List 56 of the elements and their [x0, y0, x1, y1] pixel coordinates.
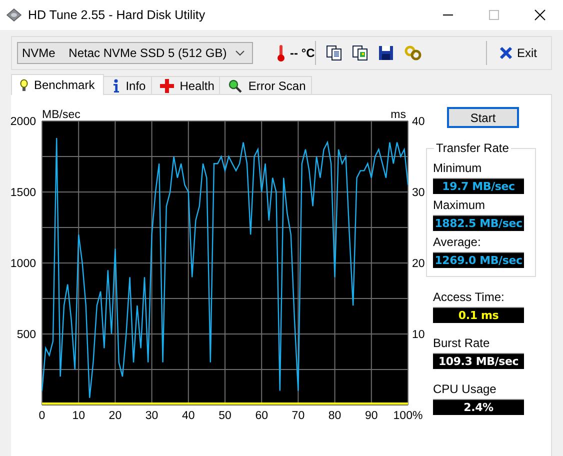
save-icon[interactable]: [378, 45, 394, 61]
exit-button[interactable]: Exit: [496, 46, 551, 60]
axis-unit: ms: [390, 109, 406, 121]
temperature-reading: -- °C: [290, 46, 315, 60]
stat-value: 109.3 MB/sec: [433, 353, 524, 369]
axis-unit: MB/sec: [42, 109, 80, 121]
window-title: HD Tune 2.55 - Hard Disk Utility: [28, 8, 206, 22]
group-title: Transfer Rate: [434, 141, 511, 155]
stat-label: Access Time:: [433, 290, 506, 304]
stat-value: 0.1 ms: [433, 307, 524, 323]
axis-tick-label: 70: [292, 410, 305, 422]
chain-icon[interactable]: [404, 45, 422, 61]
axis-tick-label: 10: [72, 410, 85, 422]
app-icon: [6, 8, 22, 22]
copy-icon[interactable]: [352, 45, 368, 61]
axis-tick-label: 0: [38, 410, 46, 422]
cross-icon: [160, 79, 174, 93]
stat-label: Burst Rate: [433, 336, 491, 350]
stat-value: 2.4%: [433, 399, 524, 415]
axis-tick-label: 50: [218, 410, 232, 422]
axis-tick-label: 2000: [10, 116, 36, 128]
axis-tick-label: 60: [255, 410, 268, 422]
tab[interactable]: Error Scan: [219, 76, 312, 95]
search-icon: [228, 79, 242, 93]
tab[interactable]: Benchmark: [11, 74, 104, 95]
stat-label: CPU Usage: [433, 382, 498, 396]
info-icon: [112, 79, 120, 93]
lightbulb-icon: [20, 78, 28, 92]
close-icon[interactable]: [534, 9, 546, 21]
tab[interactable]: Health: [150, 76, 220, 95]
axis-tick-label: 10: [412, 329, 425, 341]
axis-tick-label: 1000: [10, 258, 36, 270]
axis-tick-label: 40: [412, 116, 425, 128]
stat-value: 19.7 MB/sec: [433, 178, 524, 194]
axis-tick-label: 40: [182, 410, 195, 422]
copy-icon[interactable]: [326, 45, 342, 61]
tab[interactable]: Info: [102, 76, 152, 95]
stat-value: 1882.5 MB/sec: [433, 215, 524, 231]
axis-tick-label: 20: [412, 258, 425, 270]
drive-dropdown[interactable]: NVMe Netac NVMe SSD 5 (512 GB): [17, 42, 253, 64]
stat-value: 1269.0 MB/sec: [433, 252, 524, 268]
axis-tick-label: 80: [328, 410, 342, 422]
axis-tick-label: 90: [365, 410, 378, 422]
stat-label: Average:: [433, 235, 482, 249]
axis-tick-label: 30: [145, 410, 158, 422]
axis-tick-label: 100%: [393, 410, 423, 422]
thermometer-icon: [277, 44, 285, 62]
start-button[interactable]: Start: [447, 107, 519, 128]
axis-tick-label: 500: [16, 329, 36, 341]
axis-tick-label: 1500: [10, 187, 36, 199]
stat-label: Maximum: [433, 198, 486, 212]
axis-tick-label: 30: [412, 187, 425, 199]
close-icon: [498, 46, 513, 60]
axis-tick-label: 20: [108, 410, 122, 422]
chevron-icon: [235, 50, 245, 56]
stat-label: Minimum: [433, 161, 483, 175]
